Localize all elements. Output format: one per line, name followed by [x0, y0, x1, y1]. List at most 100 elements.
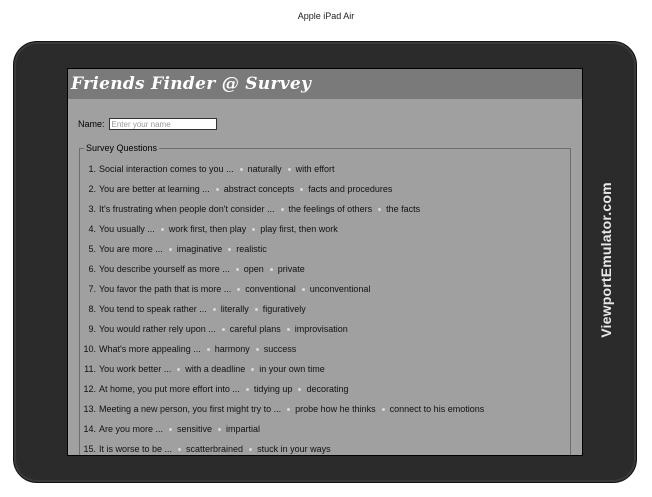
question-number: 1. — [88, 164, 96, 174]
answer-option[interactable]: sensitive — [169, 424, 212, 434]
answer-option-label: sensitive — [177, 424, 213, 434]
radio-button[interactable] — [235, 267, 239, 271]
question-number: 4. — [88, 224, 96, 234]
radio-button[interactable] — [239, 167, 243, 171]
radio-button[interactable] — [298, 387, 302, 391]
radio-button[interactable] — [249, 447, 253, 451]
question-row: 8. You tend to speak rather ... literally f… — [80, 299, 570, 319]
question-number: 6. — [88, 264, 96, 274]
question-number: 9. — [88, 324, 96, 334]
answer-option[interactable]: imaginative — [168, 244, 223, 254]
radio-button[interactable] — [160, 227, 164, 231]
survey-fieldset: Survey Questions 1. Social interaction co… — [79, 143, 571, 455]
radio-button[interactable] — [254, 307, 258, 311]
answer-option-label: naturally — [247, 164, 282, 174]
radio-button[interactable] — [378, 207, 382, 211]
radio-button[interactable] — [280, 207, 284, 211]
answer-option[interactable]: success — [255, 344, 296, 354]
radio-button[interactable] — [237, 287, 241, 291]
answer-option-label: realistic — [236, 244, 267, 254]
answer-option[interactable]: play first, then work — [252, 224, 338, 234]
question-number: 11. — [84, 364, 96, 374]
question-number: 3. — [88, 204, 96, 214]
answer-option-label: stuck in your ways — [257, 444, 331, 454]
answer-option-label: scatterbrained — [186, 444, 244, 454]
radio-button[interactable] — [300, 187, 304, 191]
radio-button[interactable] — [168, 247, 172, 251]
radio-button[interactable] — [381, 407, 385, 411]
name-input[interactable] — [108, 118, 217, 130]
radio-button[interactable] — [206, 347, 210, 351]
answer-option[interactable]: scatterbrained — [178, 444, 243, 454]
radio-button[interactable] — [252, 227, 256, 231]
radio-button[interactable] — [221, 327, 225, 331]
answer-option-label: probe how he thinks — [295, 404, 376, 414]
answer-option[interactable]: with a deadline — [177, 364, 245, 374]
answer-option[interactable]: with effort — [287, 164, 335, 174]
answer-option[interactable]: improvisation — [286, 324, 348, 334]
answer-option[interactable]: the facts — [378, 204, 420, 214]
answer-option[interactable]: unconventional — [301, 284, 370, 294]
answer-option[interactable]: open — [235, 264, 264, 274]
question-row: 12. At home, you put more effort into ...… — [80, 379, 570, 399]
radio-button[interactable] — [177, 367, 181, 371]
question-number: 7. — [88, 284, 96, 294]
radio-button[interactable] — [286, 327, 290, 331]
answer-option[interactable]: probe how he thinks — [287, 404, 376, 414]
radio-button[interactable] — [255, 347, 259, 351]
radio-button[interactable] — [269, 267, 273, 271]
question-number: 15. — [83, 444, 96, 454]
radio-button[interactable] — [178, 447, 182, 451]
radio-button[interactable] — [245, 387, 249, 391]
answer-option-label: open — [243, 264, 264, 274]
answer-option[interactable]: private — [269, 264, 305, 274]
radio-button[interactable] — [218, 427, 222, 431]
answer-option[interactable]: work first, then play — [160, 224, 247, 234]
emulator-brand: ViewportEmulator.com — [598, 182, 614, 338]
answer-option[interactable]: connect to his emotions — [381, 404, 484, 414]
answer-option[interactable]: figuratively — [254, 304, 306, 314]
question-text: It's frustrating when people don't consi… — [99, 204, 275, 214]
radio-button[interactable] — [228, 247, 232, 251]
radio-button[interactable] — [212, 307, 216, 311]
survey-legend: Survey Questions — [86, 143, 158, 153]
answer-option-label: decorating — [306, 384, 349, 394]
answer-option[interactable]: conventional — [237, 284, 296, 294]
answer-option-label: abstract concepts — [223, 184, 295, 194]
device-label: Apple iPad Air — [297, 11, 355, 21]
answer-option[interactable]: literally — [212, 304, 249, 314]
question-row: 5. You are more ... imaginative realistic — [80, 239, 570, 259]
answer-option[interactable]: in your own time — [251, 364, 325, 374]
question-row: 3. It's frustrating when people don't con… — [80, 199, 570, 219]
answer-option-label: imaginative — [176, 244, 223, 254]
answer-option[interactable]: harmony — [206, 344, 250, 354]
answer-option[interactable]: naturally — [239, 164, 282, 174]
question-row: 1. Social interaction comes to you ... nat… — [80, 159, 570, 179]
answer-option[interactable]: careful plans — [221, 324, 281, 334]
question-text: You work better ... — [99, 364, 172, 374]
radio-button[interactable] — [287, 407, 291, 411]
question-text: You are more ... — [99, 244, 163, 254]
answer-option-label: private — [277, 264, 305, 274]
radio-button[interactable] — [215, 187, 219, 191]
radio-button[interactable] — [251, 367, 255, 371]
answer-option[interactable]: abstract concepts — [215, 184, 295, 194]
answer-option[interactable]: impartial — [218, 424, 260, 434]
answer-option[interactable]: tidying up — [245, 384, 292, 394]
radio-button[interactable] — [301, 287, 305, 291]
radio-button[interactable] — [287, 167, 291, 171]
answer-option-label: with effort — [295, 164, 335, 174]
app-title: Friends Finder @ Survey — [68, 69, 582, 99]
question-text: You favor the path that is more ... — [99, 284, 232, 294]
answer-option[interactable]: the feelings of others — [280, 204, 372, 214]
question-row: 9. You would rather rely upon ... careful … — [80, 319, 570, 339]
answer-option[interactable]: decorating — [298, 384, 348, 394]
question-row: 13. Meeting a new person, you first might… — [80, 399, 570, 419]
question-number: 5. — [88, 244, 96, 254]
answer-option[interactable]: facts and procedures — [300, 184, 392, 194]
answer-option[interactable]: stuck in your ways — [249, 444, 331, 454]
answer-option-label: facts and procedures — [308, 184, 393, 194]
answer-option[interactable]: realistic — [228, 244, 267, 254]
answer-option-label: work first, then play — [168, 224, 247, 234]
radio-button[interactable] — [169, 427, 173, 431]
